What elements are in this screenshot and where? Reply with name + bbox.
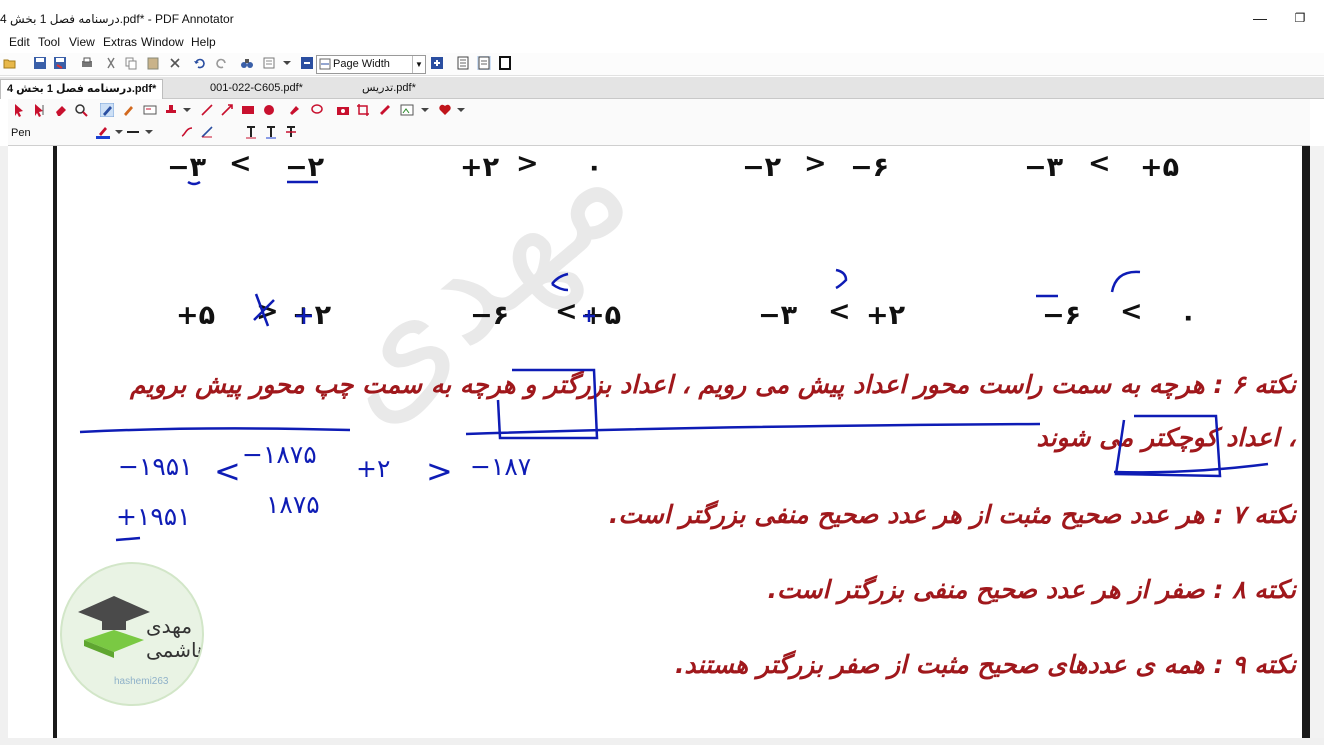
ink-underline xyxy=(187,180,201,186)
ink-plus xyxy=(583,310,595,322)
ink-plus xyxy=(296,308,312,324)
ink-mark xyxy=(1110,270,1141,293)
ink-underline xyxy=(115,536,141,542)
ink-underline xyxy=(465,422,1041,436)
ink-mark xyxy=(551,272,569,292)
graduation-cap-icon xyxy=(78,596,150,658)
ink-mark xyxy=(835,268,848,290)
ink-underline xyxy=(1113,462,1269,474)
ink-mark xyxy=(253,293,275,327)
ink-box xyxy=(1114,414,1222,478)
logo-handle: hashemi263 xyxy=(114,676,169,687)
ink-box xyxy=(496,368,599,440)
logo-name: مهدی هاشمی xyxy=(146,614,204,662)
teacher-logo: مهدی هاشمی hashemi263 xyxy=(60,562,204,706)
ink-underline xyxy=(79,427,351,434)
